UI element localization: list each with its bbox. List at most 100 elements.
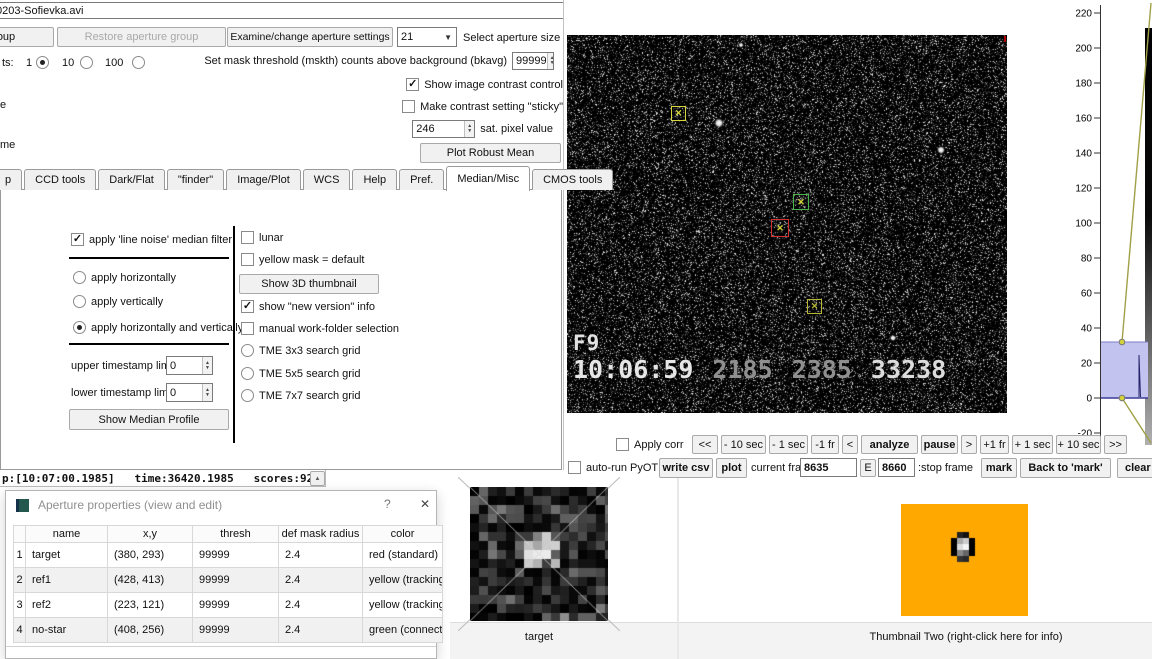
auto-run-pyote-checkbox[interactable] bbox=[568, 461, 581, 474]
aperture-radius-cell[interactable]: 2.4 bbox=[279, 568, 363, 593]
playback-pause-button[interactable]: pause bbox=[921, 435, 958, 454]
aperture-name-cell[interactable]: ref2 bbox=[26, 593, 108, 618]
aperture-group-button[interactable]: oup bbox=[0, 27, 54, 47]
stop-frame-field[interactable]: 8660 bbox=[878, 458, 915, 477]
new-version-checkbox[interactable]: ✓ bbox=[241, 300, 254, 313]
aperture-marker-yellow-1[interactable]: ✕ bbox=[671, 106, 686, 121]
tme-7x7-radio[interactable] bbox=[241, 389, 254, 402]
spinner-arrows-icon[interactable]: ▲▼ bbox=[202, 384, 212, 401]
playback--button[interactable]: << bbox=[692, 435, 718, 454]
line-noise-checkbox[interactable]: ✓ bbox=[71, 233, 84, 246]
aperture-name-cell[interactable]: ref1 bbox=[26, 568, 108, 593]
apply-horizontal-radio[interactable] bbox=[73, 271, 86, 284]
aperture-name-cell[interactable]: target bbox=[26, 543, 108, 568]
tab-wcs[interactable]: WCS bbox=[303, 169, 351, 190]
tab--finder-[interactable]: "finder" bbox=[167, 169, 224, 190]
increment-1-radio[interactable] bbox=[36, 56, 49, 69]
aperture-xy-cell[interactable]: (408, 256) bbox=[108, 618, 193, 643]
target-thumbnail-image[interactable] bbox=[470, 487, 608, 621]
playback-10sec-button[interactable]: - 10 sec bbox=[721, 435, 766, 454]
vti-field-count-2: 2385 bbox=[792, 355, 852, 384]
tab-p[interactable]: p bbox=[0, 169, 22, 190]
tab-dark-flat[interactable]: Dark/Flat bbox=[98, 169, 165, 190]
manual-folder-checkbox[interactable] bbox=[241, 322, 254, 335]
aperture-xy-cell[interactable]: (380, 293) bbox=[108, 543, 193, 568]
write-csv-button[interactable]: write csv bbox=[659, 458, 713, 478]
tme-3x3-radio[interactable] bbox=[241, 344, 254, 357]
apply-both-radio[interactable] bbox=[73, 321, 86, 334]
lower-limit-spinner[interactable]: 0 ▲▼ bbox=[166, 383, 213, 402]
aperture-xy-cell[interactable]: (428, 413) bbox=[108, 568, 193, 593]
filename-field[interactable]: 0203-Sofievka.avi bbox=[0, 2, 564, 19]
e-button[interactable]: E bbox=[860, 459, 876, 477]
dialog-scrollbar-track[interactable] bbox=[6, 646, 436, 647]
examine-aperture-settings-button[interactable]: Examine/change aperture settings bbox=[227, 27, 393, 47]
apply-vertical-radio[interactable] bbox=[73, 295, 86, 308]
aperture-radius-cell[interactable]: 2.4 bbox=[279, 593, 363, 618]
playback-1sec-button[interactable]: + 1 sec bbox=[1012, 435, 1053, 454]
playback--button[interactable]: > bbox=[961, 435, 977, 454]
aperture-marker-green[interactable]: ✕ bbox=[793, 194, 809, 210]
contrast-region[interactable] bbox=[1101, 342, 1148, 398]
sat-pixel-spinner[interactable]: 246 ▲▼ bbox=[412, 120, 475, 138]
tme-5x5-radio[interactable] bbox=[241, 367, 254, 380]
mark-button[interactable]: mark bbox=[981, 458, 1017, 478]
aperture-xy-cell[interactable]: (223, 121) bbox=[108, 593, 193, 618]
show-contrast-checkbox[interactable]: ✓ bbox=[406, 78, 419, 91]
clear-data-button[interactable]: clear d bbox=[1117, 458, 1152, 478]
sticky-contrast-checkbox[interactable] bbox=[402, 100, 415, 113]
aperture-size-select[interactable]: 21 ▼ bbox=[397, 27, 457, 47]
tab-ccd-tools[interactable]: CCD tools bbox=[24, 169, 96, 190]
scroll-up-arrow-icon[interactable]: ▲ bbox=[310, 471, 325, 486]
aperture-radius-cell[interactable]: 2.4 bbox=[279, 618, 363, 643]
playback-1sec-button[interactable]: - 1 sec bbox=[769, 435, 808, 454]
aperture-radius-cell[interactable]: 2.4 bbox=[279, 543, 363, 568]
playback--button[interactable]: < bbox=[842, 435, 858, 454]
aperture-marker-yellow-2[interactable]: ✕ bbox=[807, 299, 822, 314]
spinner-arrows-icon[interactable]: ▲▼ bbox=[202, 357, 212, 374]
tab-cmos-tools[interactable]: CMOS tools bbox=[532, 169, 613, 190]
aperture-color-cell[interactable]: green (connect t... bbox=[363, 618, 443, 643]
yellow-mask-checkbox[interactable] bbox=[241, 253, 254, 266]
dialog-app-icon bbox=[16, 499, 29, 512]
aperture-thresh-cell[interactable]: 99999 bbox=[193, 568, 279, 593]
increment-100-radio[interactable] bbox=[132, 56, 145, 69]
plot-robust-mean-button[interactable]: Plot Robust Mean bbox=[420, 143, 561, 163]
curve-handle-high[interactable] bbox=[1119, 339, 1125, 345]
aperture-marker-red[interactable]: ✕ bbox=[771, 219, 789, 237]
thumbnail-two-image[interactable] bbox=[901, 504, 1028, 616]
lunar-checkbox[interactable] bbox=[241, 231, 254, 244]
aperture-color-cell[interactable]: yellow (tracking ... bbox=[363, 593, 443, 618]
playback-analyze-button[interactable]: analyze bbox=[861, 435, 918, 454]
current-frame-field[interactable]: 8635 bbox=[800, 458, 857, 477]
tab-image-plot[interactable]: Image/Plot bbox=[226, 169, 301, 190]
show-median-profile-button[interactable]: Show Median Profile bbox=[69, 409, 229, 430]
back-to-mark-button[interactable]: Back to 'mark' bbox=[1020, 458, 1111, 478]
aperture-name-cell[interactable]: no-star bbox=[26, 618, 108, 643]
playback--button[interactable]: >> bbox=[1104, 435, 1127, 454]
apply-corr-checkbox[interactable] bbox=[616, 438, 629, 451]
playback-10sec-button[interactable]: + 10 sec bbox=[1056, 435, 1101, 454]
plot-button[interactable]: plot bbox=[716, 458, 747, 478]
show-3d-thumbnail-button[interactable]: Show 3D thumbnail bbox=[239, 274, 379, 294]
dialog-help-button[interactable]: ? bbox=[384, 497, 391, 511]
aperture-thresh-cell[interactable]: 99999 bbox=[193, 593, 279, 618]
spinner-arrows-icon[interactable]: ▲▼ bbox=[464, 121, 474, 137]
tab-median-misc[interactable]: Median/Misc bbox=[446, 166, 530, 191]
restore-aperture-group-button[interactable]: Restore aperture group bbox=[57, 27, 226, 47]
playback-1fr-button[interactable]: -1 fr bbox=[811, 435, 839, 454]
increment-10-radio[interactable] bbox=[80, 56, 93, 69]
curve-handle-low[interactable] bbox=[1119, 395, 1125, 401]
mask-threshold-spinner[interactable]: 99999 ▲▼ bbox=[512, 52, 554, 70]
spinner-arrows-icon[interactable]: ▲▼ bbox=[547, 53, 554, 69]
aperture-color-cell[interactable]: red (standard) bbox=[363, 543, 443, 568]
playback-1fr-button[interactable]: +1 fr bbox=[980, 435, 1009, 454]
aperture-thresh-cell[interactable]: 99999 bbox=[193, 543, 279, 568]
main-image-view[interactable]: ✕ ✕ ✕ ✕ F9 10:06:59 2185 2385 33238 bbox=[567, 35, 1007, 413]
aperture-color-cell[interactable]: yellow (tracking ... bbox=[363, 568, 443, 593]
upper-limit-spinner[interactable]: 0 ▲▼ bbox=[166, 356, 213, 375]
tab-pref-[interactable]: Pref. bbox=[399, 169, 444, 190]
aperture-thresh-cell[interactable]: 99999 bbox=[193, 618, 279, 643]
tab-help[interactable]: Help bbox=[352, 169, 397, 190]
close-icon[interactable]: ✕ bbox=[420, 497, 430, 511]
